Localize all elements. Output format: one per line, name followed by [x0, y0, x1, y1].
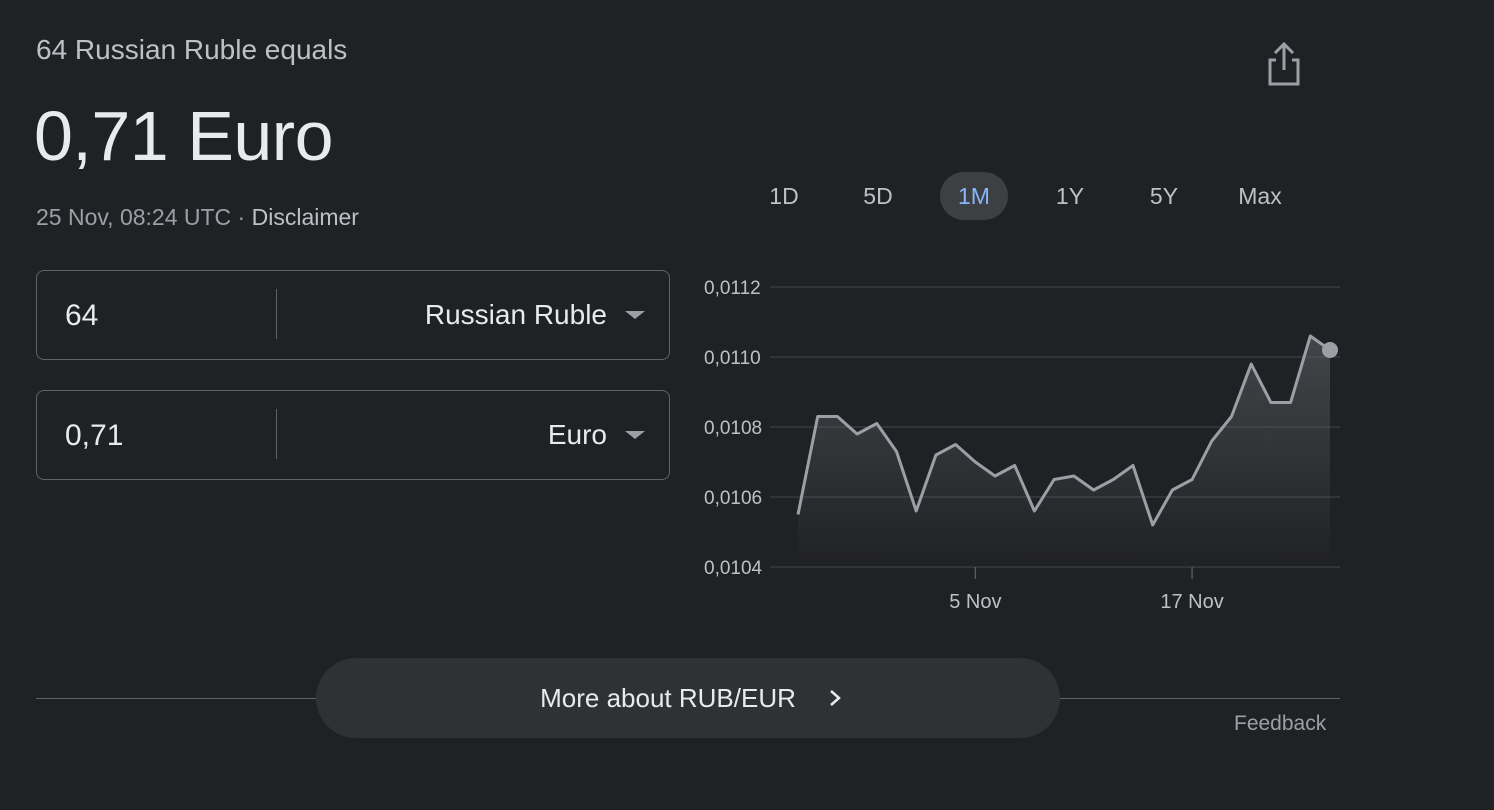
conversion-subtitle: 64 Russian Ruble equals — [36, 34, 348, 65]
to-amount-input[interactable] — [63, 391, 267, 481]
data-point — [1013, 464, 1016, 467]
y-tick-label: 0,0108 — [704, 418, 762, 439]
range-tabs: 1D 5D 1M 1Y 5Y Max — [736, 172, 1356, 220]
data-point — [934, 454, 937, 457]
data-point — [1131, 464, 1134, 467]
data-point — [1033, 510, 1036, 513]
exchange-rate-chart[interactable]: 0,0112 0,0110 0,0108 0,0106 0,0104 5 Nov 17 N… — [690, 260, 1350, 620]
y-tick-label: 0,0112 — [704, 278, 761, 299]
data-point — [1230, 415, 1233, 418]
divider-line — [36, 698, 316, 699]
dropdown-arrow-icon[interactable] — [625, 431, 645, 439]
share-button[interactable] — [1262, 40, 1306, 88]
from-currency-select[interactable]: Russian Ruble — [425, 271, 607, 359]
data-point — [994, 475, 997, 478]
data-point — [797, 513, 800, 516]
from-converter: Russian Ruble — [36, 270, 670, 361]
data-point — [915, 510, 918, 513]
data-point — [1072, 475, 1075, 478]
data-point — [836, 415, 839, 418]
data-point — [954, 443, 957, 446]
x-tick-label: 17 Nov — [1160, 591, 1223, 613]
from-amount-input[interactable] — [63, 271, 267, 361]
x-tick-label: 5 Nov — [949, 591, 1001, 613]
data-point — [1309, 335, 1312, 338]
range-tab-5y[interactable]: 5Y — [1130, 172, 1198, 220]
data-point — [1210, 440, 1213, 443]
chevron-right-icon — [830, 690, 841, 706]
timestamp: 25 Nov, 08:24 UTC · — [36, 204, 252, 230]
converter-divider — [276, 409, 277, 459]
range-tab-5d[interactable]: 5D — [844, 172, 912, 220]
data-point — [895, 450, 898, 453]
y-tick-label: 0,0110 — [704, 348, 761, 369]
data-point — [1112, 478, 1115, 481]
dropdown-arrow-icon[interactable] — [625, 311, 645, 319]
to-converter: Euro — [36, 390, 670, 481]
disclaimer-link[interactable]: Disclaimer — [252, 204, 359, 230]
y-tick-label: 0,0106 — [704, 488, 762, 509]
data-point — [1289, 401, 1292, 404]
range-tab-1d[interactable]: 1D — [750, 172, 818, 220]
data-point — [816, 415, 819, 418]
more-about-label: More about RUB/EUR — [540, 683, 796, 713]
conversion-result: 0,71 Euro — [34, 97, 334, 175]
data-point — [974, 461, 977, 464]
data-point — [1092, 489, 1095, 492]
data-point — [1053, 478, 1056, 481]
data-point — [1171, 489, 1174, 492]
converter-divider — [276, 289, 277, 339]
data-point — [1151, 524, 1154, 527]
divider-line — [1060, 698, 1340, 699]
share-icon — [1268, 41, 1300, 86]
data-point — [1250, 363, 1253, 366]
y-tick-label: 0,0104 — [704, 558, 763, 579]
range-tab-max[interactable]: Max — [1226, 172, 1294, 220]
feedback-link[interactable]: Feedback — [1234, 712, 1326, 736]
data-point — [1191, 478, 1194, 481]
data-point — [1269, 401, 1272, 404]
range-tab-1m[interactable]: 1M — [940, 172, 1008, 220]
more-about-button[interactable]: More about RUB/EUR — [316, 658, 1060, 738]
data-point — [875, 422, 878, 425]
data-point — [856, 433, 859, 436]
timestamp-line: 25 Nov, 08:24 UTC · Disclaimer — [36, 204, 359, 231]
range-tab-1y[interactable]: 1Y — [1036, 172, 1104, 220]
current-point-marker — [1322, 342, 1338, 358]
to-currency-select[interactable]: Euro — [548, 391, 607, 479]
